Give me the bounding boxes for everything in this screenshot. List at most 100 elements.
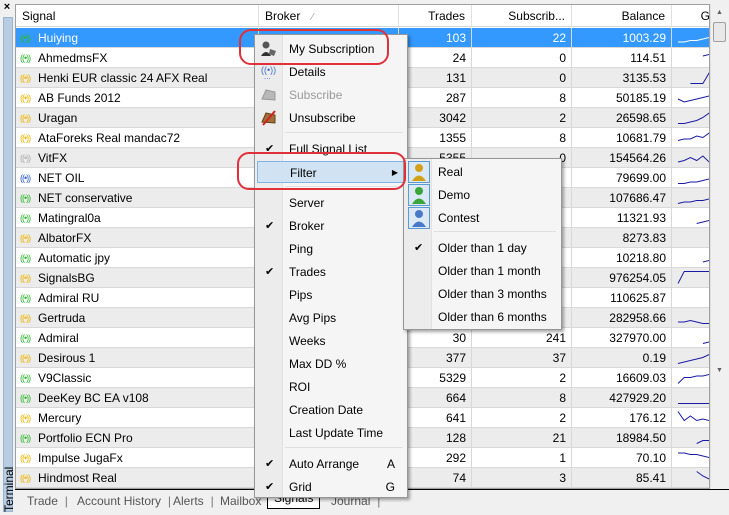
tab-trade[interactable]: Trade — [21, 493, 68, 511]
balance-cell: 3135.53 — [572, 68, 672, 88]
scroll-up-arrow-icon[interactable]: ▲ — [714, 7, 725, 18]
menu-item-avg-pips[interactable]: Avg Pips — [257, 307, 405, 329]
submenu-arrow-icon: ▶ — [391, 168, 398, 177]
sparkline — [702, 341, 709, 344]
unsubscribe-icon — [260, 109, 278, 127]
menu-item-pips[interactable]: Pips — [257, 284, 405, 306]
column-header-trades[interactable]: Trades — [399, 5, 472, 27]
menu-item-broker[interactable]: ✔ Broker — [257, 215, 405, 237]
sparkline — [678, 403, 709, 404]
signal-name: Portfolio ECN Pro — [38, 431, 133, 445]
signal-cell: ((•)) AhmedmsFX — [16, 48, 259, 68]
sparkline-graph — [702, 54, 709, 57]
subscribers-cell: 3 — [472, 468, 572, 488]
menu-item-ping[interactable]: Ping — [257, 238, 405, 260]
trades-cell: 641 — [399, 408, 472, 428]
menu-item-max-dd[interactable]: Max DD % — [257, 353, 405, 375]
graph-cell — [672, 348, 709, 368]
sparkline-graph — [678, 178, 709, 184]
trades-cell: 74 — [399, 468, 472, 488]
menu-item-grid[interactable]: ✔ Grid G — [257, 476, 405, 498]
menu-item-label: Auto Arrange — [289, 457, 360, 471]
scroll-thumb[interactable] — [713, 22, 726, 42]
sparkline — [677, 411, 709, 422]
checkmark-icon: ✔ — [265, 266, 275, 278]
filter-item-contest[interactable]: Contest — [406, 207, 559, 229]
signal-cell: ((•)) AB Funds 2012 — [16, 88, 259, 108]
menu-item-last-update-time[interactable]: Last Update Time — [257, 422, 405, 444]
filter-item-label: Older than 3 months — [438, 287, 547, 301]
scroll-down-arrow-icon[interactable]: ▼ — [714, 365, 725, 376]
graph-cell — [672, 168, 709, 188]
column-header-signal[interactable]: Signal — [16, 5, 259, 27]
subscribers-cell: 8 — [472, 388, 572, 408]
menu-item-weeks[interactable]: Weeks — [257, 330, 405, 352]
subscribers-cell: 21 — [472, 428, 572, 448]
filter-item-older-than-1-day[interactable]: ✔ Older than 1 day — [406, 237, 559, 259]
filter-item-older-than-1-month[interactable]: Older than 1 month — [406, 260, 559, 282]
column-header-balance[interactable]: Balance — [572, 5, 672, 27]
menu-item-creation-date[interactable]: Creation Date — [257, 399, 405, 421]
sparkline — [702, 260, 709, 263]
menu-item-auto-arrange[interactable]: ✔ Auto Arrange A — [257, 453, 405, 475]
subscribers-cell: 8 — [472, 128, 572, 148]
column-header-subscribers[interactable]: Subscrib... — [472, 5, 572, 27]
signal-status-icon: ((•)) — [20, 233, 31, 243]
vertical-scrollbar[interactable]: ▲ ▼ — [710, 4, 727, 489]
signal-name: Automatic jpy — [38, 251, 111, 265]
signal-details-icon: ((•))... — [260, 63, 278, 81]
subscribers-cell: 2 — [472, 368, 572, 388]
sparkline — [678, 37, 709, 43]
tab-alerts[interactable]: Alerts — [167, 493, 213, 511]
menu-item-trades[interactable]: ✔ Trades — [257, 261, 405, 283]
trades-cell: 3042 — [399, 108, 472, 128]
filter-item-real[interactable]: Real — [406, 161, 559, 183]
signal-cell: ((•)) Mercury — [16, 408, 259, 428]
sparkline-graph — [677, 353, 709, 364]
signal-cell: ((•)) Hindmost Real — [16, 468, 259, 488]
signal-name: AhmedmsFX — [38, 51, 108, 65]
filter-item-older-than-6-months[interactable]: Older than 6 months — [406, 306, 559, 328]
column-header-broker[interactable]: Broker ⁄ — [259, 5, 399, 27]
menu-item-full-signal-list[interactable]: ✔ Full Signal List — [257, 138, 405, 160]
menu-item-my-subscription[interactable]: My Subscription — [257, 38, 405, 60]
menu-item-details[interactable]: ((•))... Details — [257, 61, 405, 83]
signal-status-icon: ((•)) — [20, 113, 31, 123]
contest-account-icon — [408, 207, 430, 229]
graph-cell — [672, 308, 709, 328]
sparkline — [696, 471, 709, 480]
balance-cell: 0.19 — [572, 348, 672, 368]
sparkline — [677, 374, 709, 384]
signal-status-icon: ((•)) — [20, 453, 31, 463]
filter-item-older-than-3-months[interactable]: Older than 3 months — [406, 283, 559, 305]
tab-account-history[interactable]: Account History — [71, 493, 171, 511]
sparkline-graph — [702, 341, 709, 344]
graph-cell — [672, 68, 709, 88]
menu-item-unsubscribe[interactable]: Unsubscribe — [257, 107, 405, 129]
filter-item-demo[interactable]: Demo — [406, 184, 559, 206]
column-header-graph[interactable]: Graph — [672, 5, 709, 27]
graph-cell — [672, 248, 709, 268]
signal-name: Huiying — [38, 31, 79, 45]
graph-cell — [672, 148, 709, 168]
menu-item-server[interactable]: Server — [257, 192, 405, 214]
sparkline-graph — [690, 72, 709, 84]
subscribers-cell: 0 — [472, 68, 572, 88]
signal-status-icon: ((•)) — [20, 173, 31, 183]
signal-status-icon: ((•)) — [20, 333, 31, 343]
svg-text:...: ... — [264, 72, 271, 81]
sparkline — [677, 271, 709, 284]
balance-cell: 8273.83 — [572, 228, 672, 248]
sparkline-graph — [677, 198, 709, 204]
close-terminal-button[interactable]: × — [1, 1, 13, 13]
signal-status-icon: ((•)) — [20, 193, 31, 203]
menu-item-filter[interactable]: Filter ▶ — [257, 161, 405, 183]
balance-cell: 1003.29 — [572, 28, 672, 48]
menu-item-roi[interactable]: ROI — [257, 376, 405, 398]
filter-item-label: Older than 1 day — [438, 241, 527, 255]
menu-item-subscribe[interactable]: Subscribe — [257, 84, 405, 106]
trades-cell: 103 — [399, 28, 472, 48]
sparkline — [678, 452, 709, 458]
sparkline — [678, 319, 709, 324]
balance-cell: 282958.66 — [572, 308, 672, 328]
